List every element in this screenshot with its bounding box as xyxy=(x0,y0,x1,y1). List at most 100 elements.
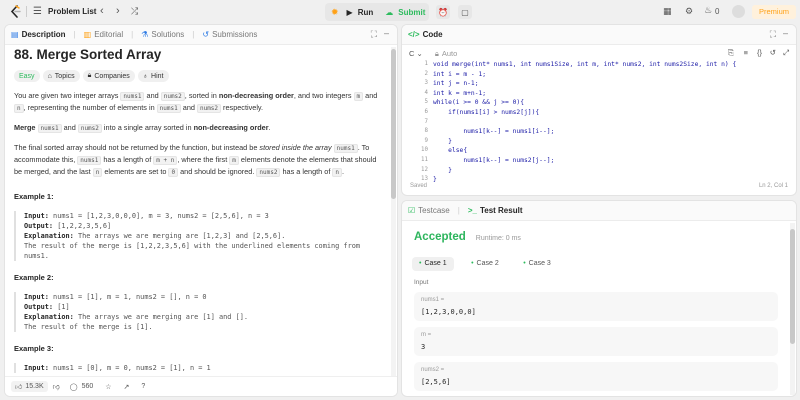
hint-chip[interactable]: ♁ Hint xyxy=(137,70,169,82)
layout-icon[interactable]: ▦ xyxy=(663,6,672,17)
scrollbar[interactable] xyxy=(790,223,795,395)
inline-code: nums2 xyxy=(256,168,281,177)
debug-icon[interactable]: ✹ xyxy=(331,7,339,18)
format-icon[interactable]: ≡ xyxy=(744,48,748,57)
description-paragraph: The final sorted array should not be ret… xyxy=(14,143,377,177)
input-field: m = 3 xyxy=(414,326,778,356)
code-line[interactable]: } xyxy=(433,167,452,177)
input-field: nums2 = [2,5,6] xyxy=(414,361,778,391)
prev-problem-icon[interactable]: ‹ xyxy=(100,5,104,17)
tab-testcase[interactable]: ☑ Testcase xyxy=(408,206,450,215)
save-status: Saved xyxy=(410,183,428,189)
code-editor[interactable]: 1 void merge(int* nums1, int nums1Size, i… xyxy=(402,61,796,183)
code-line[interactable]: int k = m+n-1; xyxy=(433,90,486,100)
divider: | xyxy=(192,30,195,39)
expand-icon[interactable]: ⛶ xyxy=(371,29,377,40)
run-button[interactable]: ▶ Run xyxy=(347,8,374,17)
inline-code: nums1 xyxy=(77,156,102,165)
tab-test-result[interactable]: >_ Test Result xyxy=(468,206,523,215)
code-panel: </> Code ⛶ – C ⌄ 🔒︎ Auto ⎘ ≡ {} ↺ ⤢ 1 void… xyxy=(401,24,797,196)
list-icon[interactable]: ☰ xyxy=(33,6,42,17)
submit-button[interactable]: ☁ Submit xyxy=(385,8,425,17)
runtime-label: Runtime: 0 ms xyxy=(475,235,521,242)
example-line: The result of the merge is [1]. xyxy=(24,323,153,331)
fullscreen-icon[interactable]: ⤢ xyxy=(783,48,789,58)
checkbox-icon: ☑ xyxy=(408,206,416,215)
code-line[interactable]: while(i >= 0 && j >= 0){ xyxy=(433,99,524,109)
scrollbar[interactable] xyxy=(391,47,396,379)
description-tab-bar: ▤ Description | ▥ Editorial | ⚗ Solutions |… xyxy=(5,25,397,45)
braces-icon[interactable]: {} xyxy=(757,48,762,57)
favorite-star-icon[interactable]: ☆ xyxy=(105,383,111,391)
reset-icon[interactable]: ↺ xyxy=(770,48,776,57)
example-block: Input: nums1 = [0], m = 0, nums2 = [1], … xyxy=(14,363,380,373)
like-button[interactable]: 👍︎ 15.3K xyxy=(11,381,48,392)
language-select[interactable]: C ⌄ xyxy=(409,49,423,58)
case-tabs: • Case 1 • Case 2 • Case 3 xyxy=(402,252,790,271)
tab-editorial[interactable]: ▥ Editorial xyxy=(84,30,123,39)
line-number: 12 xyxy=(421,166,428,173)
line-number: 5 xyxy=(424,99,429,106)
avatar[interactable] xyxy=(732,5,745,18)
tab-description[interactable]: ▤ Description xyxy=(11,30,66,39)
bookmark-icon[interactable]: ⎘ xyxy=(728,48,734,58)
tab-solutions[interactable]: ⚗ Solutions xyxy=(141,30,184,39)
settings-icon[interactable]: ⚙ xyxy=(685,6,693,17)
dislike-button[interactable]: 👎︎ xyxy=(53,382,60,391)
case-1-tab[interactable]: • Case 1 xyxy=(412,256,454,271)
topics-chip[interactable]: ⌂ Topics xyxy=(42,70,80,82)
code-line[interactable]: int i = m - 1; xyxy=(433,71,486,81)
code-line[interactable]: int j = n-1; xyxy=(433,80,479,90)
input-label: Input xyxy=(414,278,429,286)
play-icon: ▶ xyxy=(346,7,353,17)
tab-submissions[interactable]: ↺ Submissions xyxy=(202,30,257,39)
share-icon[interactable]: ↗ xyxy=(124,383,130,391)
result-status: Accepted xyxy=(414,231,466,243)
scrollbar-thumb[interactable] xyxy=(391,49,396,199)
flask-icon: ⚗ xyxy=(141,30,149,39)
case-2-tab[interactable]: • Case 2 xyxy=(464,257,506,271)
code-line[interactable]: void merge(int* nums1, int nums1Size, in… xyxy=(433,61,736,71)
problem-title: 88. Merge Sorted Array xyxy=(14,47,162,62)
minimize-icon[interactable]: – xyxy=(384,28,389,38)
premium-button[interactable]: Premium xyxy=(752,5,797,19)
chevron-down-icon: ⌄ xyxy=(416,49,423,58)
book-icon: ▥ xyxy=(83,30,92,39)
notes-icon[interactable]: ▢ xyxy=(458,5,472,19)
input-fields: nums1 = [1,2,3,0,0,0] m = 3 nums2 = [2,5,6] xyxy=(402,291,790,391)
streak-count: 0 xyxy=(715,7,720,16)
input-field: nums1 = [1,2,3,0,0,0] xyxy=(414,291,778,321)
expand-icon[interactable]: ⛶ xyxy=(770,29,776,40)
inline-code: nums1 xyxy=(156,104,181,113)
minimize-icon[interactable]: – xyxy=(783,28,788,38)
timer-icon[interactable]: ⏰ xyxy=(436,5,450,19)
lock-icon: 🔒︎ xyxy=(434,48,439,58)
pass-dot-icon: • xyxy=(419,260,422,267)
streak-icon[interactable]: ♨ xyxy=(704,5,712,16)
divider xyxy=(26,6,27,17)
code-line[interactable]: nums1[k--] = nums1[i--]; xyxy=(433,128,554,138)
next-problem-icon[interactable]: › xyxy=(116,5,120,17)
scrollbar-thumb[interactable] xyxy=(790,229,795,344)
field-value: [1,2,3,0,0,0] xyxy=(421,307,476,316)
inline-code: nums2 xyxy=(77,124,102,133)
code-line[interactable]: } xyxy=(433,138,452,148)
description-panel: ▤ Description | ▥ Editorial | ⚗ Solutions |… xyxy=(4,24,398,397)
line-number: 9 xyxy=(424,137,429,144)
code-line[interactable]: else{ xyxy=(433,147,467,157)
shuffle-icon[interactable]: ⤮ xyxy=(131,6,138,17)
tab-code[interactable]: </> Code xyxy=(408,30,443,39)
tag-chips: Easy ⌂ Topics 🔒︎ Companies ♁ Hint xyxy=(5,70,389,82)
problem-list-link[interactable]: Problem List xyxy=(48,7,96,16)
help-icon[interactable]: ? xyxy=(141,383,145,390)
top-bar: ☰ Problem List ‹ › ⤮ ✹ ▶ Run ☁ Submit ⏰ ▢ … xyxy=(0,0,800,24)
code-line[interactable]: if(nums1[i] > nums2[j]){ xyxy=(433,109,539,119)
comments-button[interactable]: ◯ 560 xyxy=(70,383,94,391)
field-label: nums1 = xyxy=(421,296,445,303)
field-value: 3 xyxy=(421,342,426,351)
code-line[interactable]: nums1[k--] = nums2[j--]; xyxy=(433,157,554,167)
case-3-tab[interactable]: • Case 3 xyxy=(516,257,558,271)
logo-icon[interactable] xyxy=(10,5,21,18)
description-footer: 👍︎ 15.3K 👎︎ ◯ 560 ☆ ↗ ? xyxy=(5,376,397,396)
companies-chip[interactable]: 🔒︎ Companies xyxy=(82,70,135,82)
